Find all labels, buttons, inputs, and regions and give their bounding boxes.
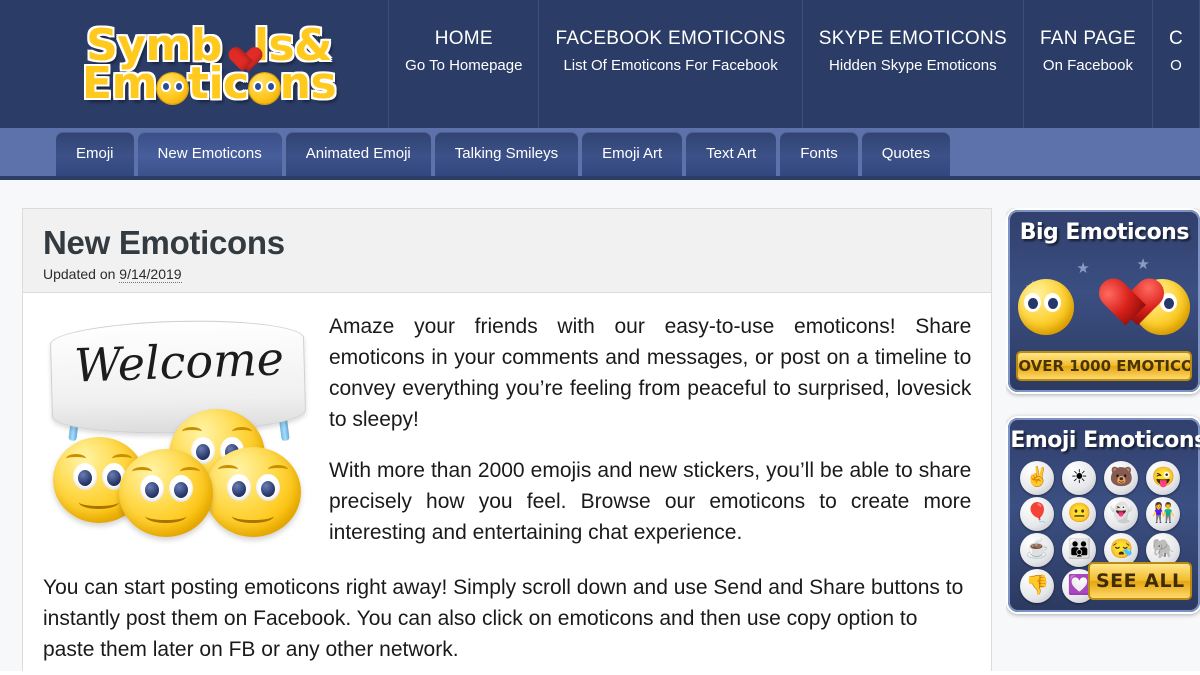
logo-graphic: Symb ls& Em tic ns <box>59 18 359 110</box>
tab-talking-smileys[interactable]: Talking Smileys <box>434 132 579 176</box>
emoji-cell[interactable]: ☀ <box>1062 461 1097 495</box>
heart-icon <box>1088 259 1146 313</box>
article-header: New Emoticons Updated on 9/14/2019 <box>23 209 992 293</box>
tab-new-emoticons[interactable]: New Emoticons <box>137 132 282 176</box>
emoji-cell[interactable]: 👫 <box>1146 497 1181 531</box>
smiley-icon-2 <box>248 73 280 104</box>
site-header: Symb ls& Em tic ns HOME Go To Homepage FACE… <box>0 0 1200 128</box>
widget-big-emoticons-title: Big Emoticons <box>1019 220 1190 245</box>
updated-label: Updated on <box>43 266 120 282</box>
emoji-cell[interactable]: 👎 <box>1020 569 1055 603</box>
topnav-item-facebook-emoticons[interactable]: FACEBOOK EMOTICONS List Of Emoticons For… <box>539 0 803 128</box>
page-title: New Emoticons <box>43 224 285 261</box>
logo-line-emoticons: Em tic ns <box>59 58 359 109</box>
topnav-title: C <box>1168 28 1183 49</box>
topnav-subtitle: Go To Homepage <box>405 57 523 74</box>
topnav-item-cutoff[interactable]: C O <box>1153 0 1200 128</box>
topnav-subtitle: O <box>1170 57 1182 74</box>
smiley-icon-1 <box>156 73 188 104</box>
widget-emoji-emoticons[interactable]: Emoji Emoticons ✌ ☀ 🐻 😜 🎈 😐 👻 👫 ☕ 👪 😪 🐘 … <box>1006 416 1200 614</box>
tab-animated-emoji[interactable]: Animated Emoji <box>285 132 431 176</box>
tab-text-art[interactable]: Text Art <box>686 132 777 176</box>
topnav-title: HOME <box>434 28 493 49</box>
emoji-cell[interactable]: 🐻 <box>1104 461 1139 495</box>
article-intro: Welcome Amaze your friends with our easy… <box>43 309 971 568</box>
emoji-cell[interactable]: ☕ <box>1020 533 1055 567</box>
category-tabbar: Emoji New Emoticons Animated Emoji Talki… <box>0 128 1200 180</box>
paragraph-1: Amaze your friends with our easy-to-use … <box>329 315 972 431</box>
welcome-smileys-image: Welcome <box>43 309 315 559</box>
topnav-title: SKYPE EMOTICONS <box>818 28 1007 49</box>
smiley-face-right <box>205 447 301 537</box>
widget-big-emoticons-art: ★ ★ ★ <box>1010 251 1198 347</box>
smiley-icon-left <box>1018 279 1075 335</box>
widget-emoji-emoticons-title: Emoji Emoticons <box>1010 428 1200 453</box>
topnav-title: FAN PAGE <box>1039 28 1136 49</box>
topnav-subtitle: On Facebook <box>1042 57 1133 74</box>
topnav-subtitle: Hidden Skype Emoticons <box>829 57 997 74</box>
smiley-face-center <box>119 449 213 537</box>
see-all-button[interactable]: SEE ALL <box>1088 562 1193 600</box>
sidebar: Big Emoticons ★ ★ ★ OVER 1000 EMOTICONS … <box>1006 208 1200 671</box>
updated-date: 9/14/2019 <box>119 266 182 283</box>
paragraph-2: With more than 2000 emojis and new stick… <box>329 459 972 544</box>
tab-emoji[interactable]: Emoji <box>56 132 134 176</box>
logo-text-em: Em <box>82 58 157 109</box>
logo-text-tic: tic <box>187 58 249 109</box>
welcome-banner-text: Welcome <box>73 331 285 393</box>
widget-big-emoticons-inner: Big Emoticons ★ ★ ★ OVER 1000 EMOTICONS <box>1008 210 1200 392</box>
emoji-cell[interactable]: ✌ <box>1020 461 1055 495</box>
emoji-cell[interactable]: 🎈 <box>1020 497 1055 531</box>
emoji-cell[interactable]: 😐 <box>1062 497 1097 531</box>
article-panel: New Emoticons Updated on 9/14/2019 Welco… <box>22 208 993 671</box>
tab-quotes[interactable]: Quotes <box>861 132 951 176</box>
tab-fonts[interactable]: Fonts <box>780 132 858 176</box>
article-body: Welcome Amaze your friends with our easy… <box>23 293 991 671</box>
topnav-subtitle: List Of Emoticons For Facebook <box>563 57 778 74</box>
widget-big-emoticons-banner: OVER 1000 EMOTICONS <box>1016 351 1193 381</box>
site-logo[interactable]: Symb ls& Em tic ns <box>0 0 390 128</box>
topnav-item-skype-emoticons[interactable]: SKYPE EMOTICONS Hidden Skype Emoticons <box>803 0 1024 128</box>
page-body: New Emoticons Updated on 9/14/2019 Welco… <box>0 180 1200 671</box>
tab-emoji-art[interactable]: Emoji Art <box>582 132 683 176</box>
widget-emoji-emoticons-inner: Emoji Emoticons ✌ ☀ 🐻 😜 🎈 😐 👻 👫 ☕ 👪 😪 🐘 … <box>1008 418 1200 612</box>
emoji-cell[interactable]: 😜 <box>1146 461 1181 495</box>
topnav-item-home[interactable]: HOME Go To Homepage <box>389 0 540 128</box>
paragraph-3: You can start posting emoticons right aw… <box>43 576 964 661</box>
updated-line: Updated on 9/14/2019 <box>43 266 971 283</box>
topnav-title: FACEBOOK EMOTICONS <box>555 28 786 49</box>
logo-text-ns: ns <box>279 58 337 109</box>
emoji-cell[interactable]: 👻 <box>1104 497 1139 531</box>
intro-paragraphs: Amaze your friends with our easy-to-use … <box>329 309 971 568</box>
primary-navigation: HOME Go To Homepage FACEBOOK EMOTICONS L… <box>389 0 1200 128</box>
widget-big-emoticons[interactable]: Big Emoticons ★ ★ ★ OVER 1000 EMOTICONS <box>1006 208 1200 394</box>
topnav-item-fan-page[interactable]: FAN PAGE On Facebook <box>1024 0 1153 128</box>
